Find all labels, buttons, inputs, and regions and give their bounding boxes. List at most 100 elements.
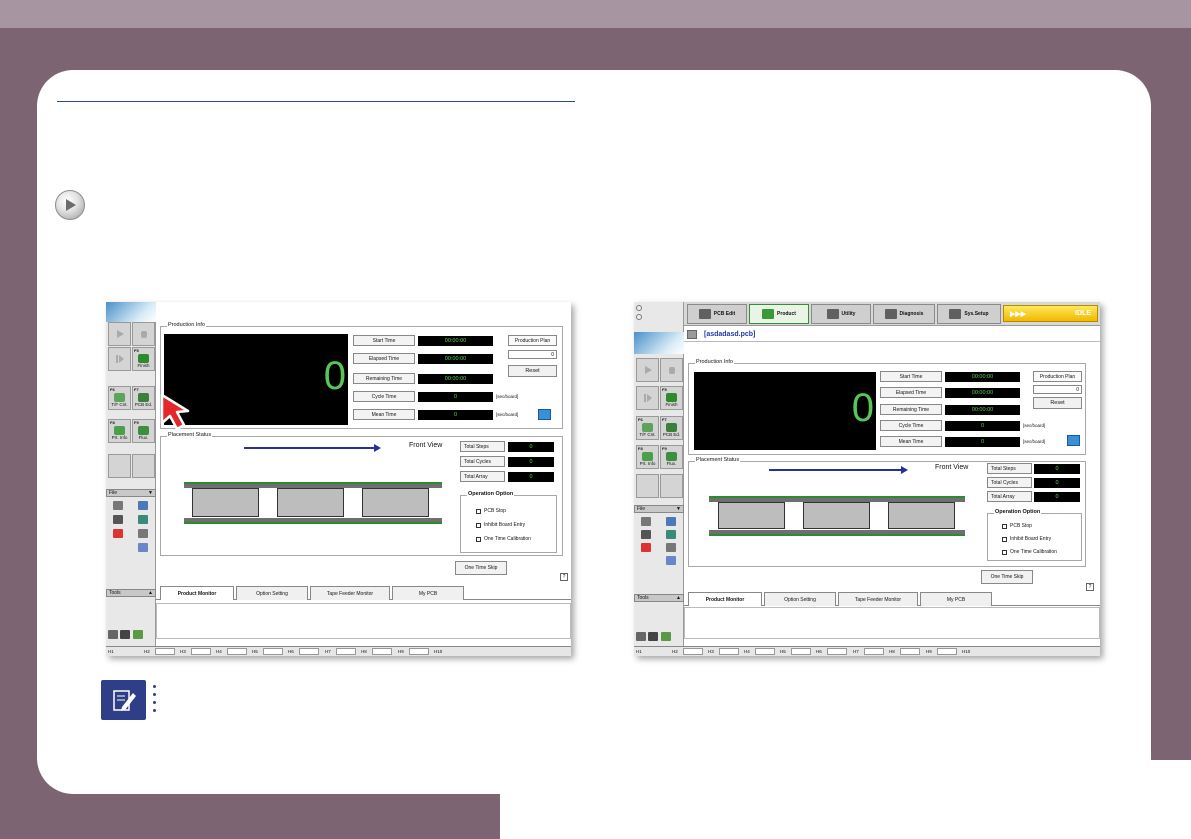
one-time-skip-button[interactable]: One Time Skip [981, 570, 1033, 584]
play-button[interactable] [108, 322, 131, 346]
inhibit-board-entry-option[interactable]: Inhibit Board Entry [476, 522, 525, 528]
power-icon[interactable] [113, 529, 123, 538]
one-time-calibration-option[interactable]: One Time Calibration [476, 536, 531, 542]
hotkey-label[interactable]: H3 [708, 649, 714, 654]
hotkey-label[interactable]: H10 [962, 649, 970, 654]
empty-slot-button[interactable] [636, 474, 659, 498]
window-control-icon[interactable] [636, 305, 642, 311]
tools-section-header[interactable]: Tools ▲ [634, 594, 684, 602]
document-icon[interactable] [641, 517, 651, 526]
hotkey-label[interactable]: H1 [636, 649, 642, 654]
refresh-icon[interactable] [1067, 435, 1080, 446]
checkbox[interactable] [476, 508, 481, 514]
hotkey-slot[interactable] [372, 648, 392, 655]
hotkey-label[interactable]: H8 [361, 649, 367, 654]
hotkey-label[interactable]: H4 [216, 649, 222, 654]
hotkey-label[interactable]: H4 [744, 649, 750, 654]
hotkey-slot[interactable] [719, 648, 739, 655]
tab-my-pcb[interactable]: My PCB [920, 592, 992, 606]
finish-button[interactable]: F5 Finish [132, 347, 155, 371]
hand-button[interactable] [132, 322, 155, 346]
hotkey-slot[interactable] [227, 648, 247, 655]
tab-sys-setup[interactable]: Sys.Setup [937, 304, 1001, 324]
tab-my-pcb[interactable]: My PCB [392, 586, 464, 600]
hotkey-label[interactable]: H10 [434, 649, 442, 654]
tab-pcb-edit[interactable]: PCB Edit [687, 304, 747, 324]
hotkey-label[interactable]: H7 [325, 649, 331, 654]
hotkey-slot[interactable] [683, 648, 703, 655]
tool-icon[interactable] [661, 632, 671, 641]
tab-utility[interactable]: Utility [811, 304, 871, 324]
play-button[interactable] [636, 358, 659, 382]
help-button[interactable]: ? [1086, 583, 1094, 591]
production-plan-input[interactable]: 0 [508, 350, 557, 359]
one-time-skip-button[interactable]: One Time Skip [455, 561, 507, 575]
hotkey-slot[interactable] [791, 648, 811, 655]
reset-button[interactable]: Reset [508, 365, 557, 377]
hotkey-slot[interactable] [864, 648, 884, 655]
tab-diagnosis[interactable]: Diagnosis [873, 304, 935, 324]
hotkey-label[interactable]: H8 [889, 649, 895, 654]
save-icon[interactable] [113, 515, 123, 524]
checkbox[interactable] [1002, 523, 1007, 529]
hotkey-label[interactable]: H9 [398, 649, 404, 654]
hotkey-label[interactable]: H2 [144, 649, 150, 654]
empty-slot-button[interactable] [132, 454, 155, 478]
flux-button[interactable]: F9 Flux. [660, 445, 683, 469]
tab-product-monitor[interactable]: Product Monitor [688, 592, 762, 606]
transfer-icon[interactable] [138, 515, 148, 524]
hotkey-slot[interactable] [191, 648, 211, 655]
clipboard-icon[interactable] [138, 529, 148, 538]
window-control-icon[interactable] [636, 314, 642, 320]
hotkey-label[interactable]: H5 [780, 649, 786, 654]
hotkey-label[interactable]: H9 [926, 649, 932, 654]
checkbox[interactable] [1002, 549, 1007, 555]
save-icon[interactable] [641, 530, 651, 539]
device-icon[interactable] [666, 556, 676, 565]
printer-icon[interactable] [648, 632, 658, 641]
checkbox[interactable] [476, 522, 481, 528]
part-info-button[interactable]: F8 Prt. Info [636, 445, 659, 469]
empty-slot-button[interactable] [108, 454, 131, 478]
hotkey-label[interactable]: H3 [180, 649, 186, 654]
tab-tape-feeder-monitor[interactable]: Tape Feeder Monitor [838, 592, 918, 606]
hand-button[interactable] [660, 358, 683, 382]
hotkey-label[interactable]: H6 [288, 649, 294, 654]
tools-section-header[interactable]: Tools ▲ [106, 589, 156, 597]
pcb-stop-option[interactable]: PCB Stop [476, 508, 506, 514]
folder-open-icon[interactable] [138, 501, 148, 510]
tf-count-button[interactable]: F6 T/F Cnt. [636, 416, 659, 440]
transfer-icon[interactable] [666, 530, 676, 539]
hotkey-slot[interactable] [755, 648, 775, 655]
tab-option-setting[interactable]: Option Setting [764, 592, 836, 606]
pcb-edit-button[interactable]: F7 PCB Ed. [132, 386, 155, 410]
device-icon[interactable] [138, 543, 148, 552]
hotkey-label[interactable]: H7 [853, 649, 859, 654]
hotkey-label[interactable]: H1 [108, 649, 114, 654]
tool-icon[interactable] [133, 630, 143, 639]
folder-open-icon[interactable] [666, 517, 676, 526]
one-time-calibration-option[interactable]: One Time Calibration [1002, 549, 1057, 555]
pcb-edit-button[interactable]: F7 PCB Ed. [660, 416, 683, 440]
hotkey-slot[interactable] [263, 648, 283, 655]
power-icon[interactable] [641, 543, 651, 552]
hotkey-slot[interactable] [900, 648, 920, 655]
checkbox[interactable] [1002, 536, 1007, 542]
ab-icon[interactable] [636, 632, 646, 641]
file-section-header[interactable]: File ▼ [634, 505, 684, 513]
document-icon[interactable] [113, 501, 123, 510]
hotkey-slot[interactable] [827, 648, 847, 655]
hotkey-label[interactable]: H6 [816, 649, 822, 654]
hotkey-label[interactable]: H2 [672, 649, 678, 654]
checkbox[interactable] [476, 536, 481, 542]
production-plan-input[interactable]: 0 [1033, 385, 1082, 394]
printer-icon[interactable] [120, 630, 130, 639]
flux-button[interactable]: F9 Flux. [132, 419, 155, 443]
hotkey-slot[interactable] [336, 648, 356, 655]
ab-icon[interactable] [108, 630, 118, 639]
pcb-stop-option[interactable]: PCB Stop [1002, 523, 1032, 529]
step-button[interactable] [636, 386, 659, 410]
empty-slot-button[interactable] [660, 474, 683, 498]
hotkey-label[interactable]: H5 [252, 649, 258, 654]
inhibit-board-entry-option[interactable]: Inhibit Board Entry [1002, 536, 1051, 542]
